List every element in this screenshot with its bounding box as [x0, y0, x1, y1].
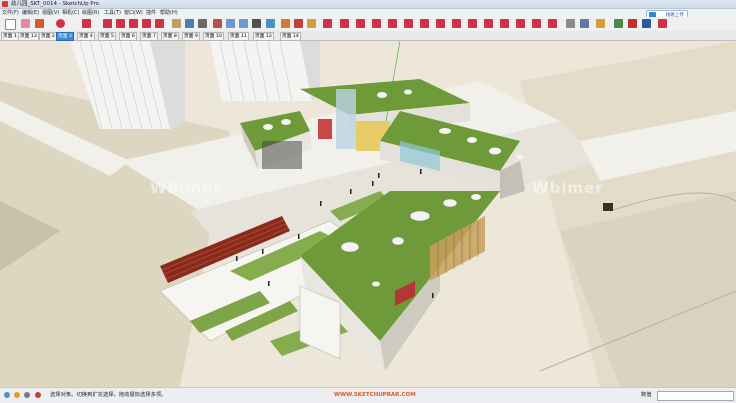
measurements-input[interactable]	[657, 391, 734, 401]
status-bar: 选择对象。切换到扩充选择。拖动鼠标选择多项。 WWW.SKETCHUPBAR.C…	[0, 387, 736, 403]
scene-tab[interactable]: 页面 13	[18, 32, 39, 41]
status-message: 选择对象。切换到扩充选择。拖动鼠标选择多项。	[50, 392, 167, 398]
paint-icon[interactable]	[185, 19, 194, 28]
ruby-icon[interactable]	[628, 19, 637, 28]
tool-o-icon[interactable]	[580, 19, 589, 28]
component-icon[interactable]	[266, 19, 275, 28]
scene-tab[interactable]: 页面 11	[228, 32, 249, 41]
menu-draw[interactable]: 绘图(R)	[82, 9, 99, 17]
pushpull-icon[interactable]	[103, 19, 112, 28]
su-icon[interactable]	[642, 19, 651, 28]
section-icon[interactable]	[252, 19, 261, 28]
model-canvas[interactable]	[0, 41, 736, 387]
measurements-label: 数值	[641, 392, 652, 398]
scene-tab[interactable]: 页面 4	[77, 32, 95, 41]
tool-m-icon[interactable]	[548, 19, 557, 28]
zoom-extents-icon[interactable]	[239, 19, 248, 28]
fog-icon[interactable]	[323, 19, 332, 28]
zoom-icon[interactable]	[226, 19, 235, 28]
scene-tab[interactable]: 页面 9	[182, 32, 200, 41]
scene-tab[interactable]: 页面 5	[98, 32, 116, 41]
select-icon[interactable]	[5, 19, 16, 30]
menu-camera[interactable]: 相机(C)	[62, 9, 79, 17]
tool-k-icon[interactable]	[516, 19, 525, 28]
title-bar: 幼儿园_SKT_0014 - SketchUp Pro	[0, 0, 736, 9]
layer-icon[interactable]	[281, 19, 290, 28]
geo-location-icon[interactable]	[4, 392, 10, 398]
tool-p-icon[interactable]	[596, 19, 605, 28]
scene-tab[interactable]: 页面 8	[161, 32, 179, 41]
menu-tools[interactable]: 工具(T)	[104, 9, 121, 17]
eraser-icon[interactable]	[21, 19, 30, 28]
rotate-icon[interactable]	[129, 19, 138, 28]
menu-bar: 文件(F) 编辑(E) 视图(V) 相机(C) 绘图(R) 工具(T) 窗口(W…	[0, 9, 736, 20]
style-icon[interactable]	[340, 19, 349, 28]
rectangle-icon[interactable]	[82, 19, 91, 28]
watermark-left: Wbimer	[150, 179, 222, 197]
tool-e-icon[interactable]	[420, 19, 429, 28]
scene-tab[interactable]: 页面 2	[39, 32, 57, 41]
scene-tabs: 页面 1 页面 13 页面 2 页面 3 页面 4 页面 5 页面 6 页面 7 页面 8 页面 …	[0, 31, 736, 41]
scene-tab[interactable]: 页面 6	[119, 32, 137, 41]
tool-h-icon[interactable]	[468, 19, 477, 28]
window-title: 幼儿园_SKT_0014 - SketchUp Pro	[11, 1, 100, 7]
plugin-icon[interactable]	[614, 19, 623, 28]
arc-icon[interactable]	[56, 19, 65, 28]
tool-g-icon[interactable]	[452, 19, 461, 28]
menu-window[interactable]: 窗口(W)	[124, 9, 143, 17]
scene-tab[interactable]: 页面 10	[203, 32, 224, 41]
help-icon[interactable]	[35, 392, 41, 398]
menu-help[interactable]: 帮助(H)	[160, 9, 178, 17]
tool-n-icon[interactable]	[566, 19, 575, 28]
sketchup-app-icon	[2, 1, 8, 7]
watermark-right: Wbimer	[532, 179, 604, 197]
pan-icon[interactable]	[213, 19, 222, 28]
tool-j-icon[interactable]	[500, 19, 509, 28]
credits-icon[interactable]	[14, 392, 20, 398]
main-toolbar	[0, 17, 736, 32]
tool-c-icon[interactable]	[388, 19, 397, 28]
scene-tab[interactable]: 页面 12	[253, 32, 274, 41]
watermark-url: WWW.SKETCHUPBAR.COM	[334, 392, 416, 398]
move-icon[interactable]	[116, 19, 125, 28]
tower-right	[210, 41, 320, 102]
orbit-icon[interactable]	[198, 19, 207, 28]
tool-a-icon[interactable]	[356, 19, 365, 28]
tool-q-icon[interactable]	[658, 19, 667, 28]
pencil-icon[interactable]	[35, 19, 44, 28]
offset-icon[interactable]	[155, 19, 164, 28]
user-icon[interactable]	[24, 392, 30, 398]
tool-b-icon[interactable]	[372, 19, 381, 28]
tape-icon[interactable]	[172, 19, 181, 28]
scene-tab[interactable]: 页面 14	[280, 32, 301, 41]
menu-edit[interactable]: 编辑(E)	[22, 9, 39, 17]
scale-icon[interactable]	[142, 19, 151, 28]
scene-tab[interactable]: 页面 7	[140, 32, 158, 41]
menu-plugins[interactable]: 插件	[146, 9, 156, 17]
tool-l-icon[interactable]	[532, 19, 541, 28]
scene-tab[interactable]: 页面 3	[56, 32, 74, 41]
tool-d-icon[interactable]	[404, 19, 413, 28]
scene-tab[interactable]: 页面 1	[1, 32, 19, 41]
material-icon[interactable]	[294, 19, 303, 28]
menu-file[interactable]: 文件(F)	[2, 9, 19, 17]
shadow-icon[interactable]	[307, 19, 316, 28]
tool-f-icon[interactable]	[436, 19, 445, 28]
3d-viewport[interactable]: Wbimer Wbimer	[0, 41, 736, 387]
menu-view[interactable]: 视图(V)	[42, 9, 59, 17]
car-model	[603, 203, 613, 211]
tool-i-icon[interactable]	[484, 19, 493, 28]
